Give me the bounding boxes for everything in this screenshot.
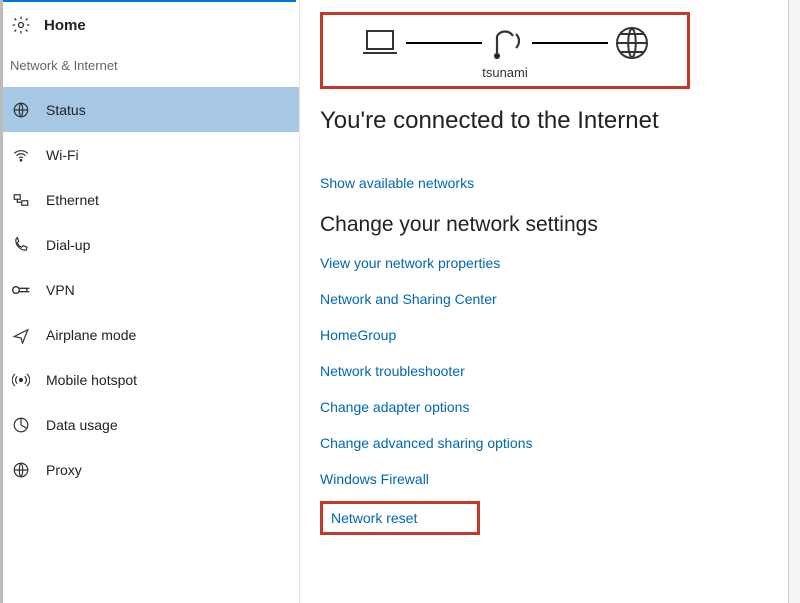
- windows-firewall-link[interactable]: Windows Firewall: [320, 471, 780, 487]
- laptop-icon: [360, 27, 400, 59]
- network-name-label: tsunami: [482, 65, 528, 80]
- home-button[interactable]: Home: [0, 2, 299, 48]
- wifi-signal-icon: [488, 26, 526, 60]
- sidebar-item-ethernet[interactable]: Ethernet: [0, 177, 299, 222]
- sidebar-item-dialup[interactable]: Dial-up: [0, 222, 299, 267]
- sidebar-item-wifi[interactable]: Wi-Fi: [0, 132, 299, 177]
- sidebar-item-status[interactable]: Status: [0, 87, 299, 132]
- sidebar-item-label: Ethernet: [46, 192, 99, 208]
- proxy-icon: [10, 459, 32, 481]
- connected-heading: You're connected to the Internet: [320, 107, 780, 135]
- main-content: tsunami You're connected to the Internet…: [300, 0, 800, 603]
- airplane-icon: [10, 324, 32, 346]
- homegroup-link[interactable]: HomeGroup: [320, 327, 780, 343]
- sidebar-item-label: Proxy: [46, 462, 82, 478]
- gear-icon: [10, 14, 32, 36]
- network-status-diagram: tsunami: [320, 12, 690, 89]
- show-networks-link[interactable]: Show available networks: [320, 175, 780, 191]
- globe-icon: [614, 25, 650, 61]
- sidebar-item-hotspot[interactable]: Mobile hotspot: [0, 357, 299, 402]
- connection-line: [532, 42, 608, 44]
- sidebar: Home Network & Internet Status Wi-Fi: [0, 0, 300, 603]
- hotspot-icon: [10, 369, 32, 391]
- connection-line: [406, 42, 482, 44]
- sidebar-item-datausage[interactable]: Data usage: [0, 402, 299, 447]
- change-settings-heading: Change your network settings: [320, 213, 780, 237]
- status-icon: [10, 99, 32, 121]
- vpn-icon: [10, 279, 32, 301]
- sidebar-item-label: Status: [46, 102, 86, 118]
- sidebar-item-airplane[interactable]: Airplane mode: [0, 312, 299, 357]
- dialup-icon: [10, 234, 32, 256]
- view-properties-link[interactable]: View your network properties: [320, 255, 780, 271]
- sidebar-item-label: Data usage: [46, 417, 118, 433]
- settings-window: Home Network & Internet Status Wi-Fi: [0, 0, 800, 603]
- network-troubleshooter-link[interactable]: Network troubleshooter: [320, 363, 780, 379]
- network-sharing-center-link[interactable]: Network and Sharing Center: [320, 291, 780, 307]
- sidebar-item-label: Dial-up: [46, 237, 90, 253]
- advanced-sharing-link[interactable]: Change advanced sharing options: [320, 435, 780, 451]
- network-reset-highlight: Network reset: [320, 501, 480, 535]
- sidebar-item-label: Mobile hotspot: [46, 372, 137, 388]
- network-reset-link[interactable]: Network reset: [331, 510, 417, 526]
- sidebar-item-label: Wi-Fi: [46, 147, 79, 163]
- ethernet-icon: [10, 189, 32, 211]
- datausage-icon: [10, 414, 32, 436]
- sidebar-section-label: Network & Internet: [0, 48, 299, 87]
- sidebar-item-vpn[interactable]: VPN: [0, 267, 299, 312]
- sidebar-item-proxy[interactable]: Proxy: [0, 447, 299, 492]
- wifi-icon: [10, 144, 32, 166]
- change-adapter-link[interactable]: Change adapter options: [320, 399, 780, 415]
- window-left-edge: [0, 0, 3, 603]
- sidebar-item-label: Airplane mode: [46, 327, 136, 343]
- sidebar-item-label: VPN: [46, 282, 75, 298]
- home-label: Home: [44, 17, 86, 34]
